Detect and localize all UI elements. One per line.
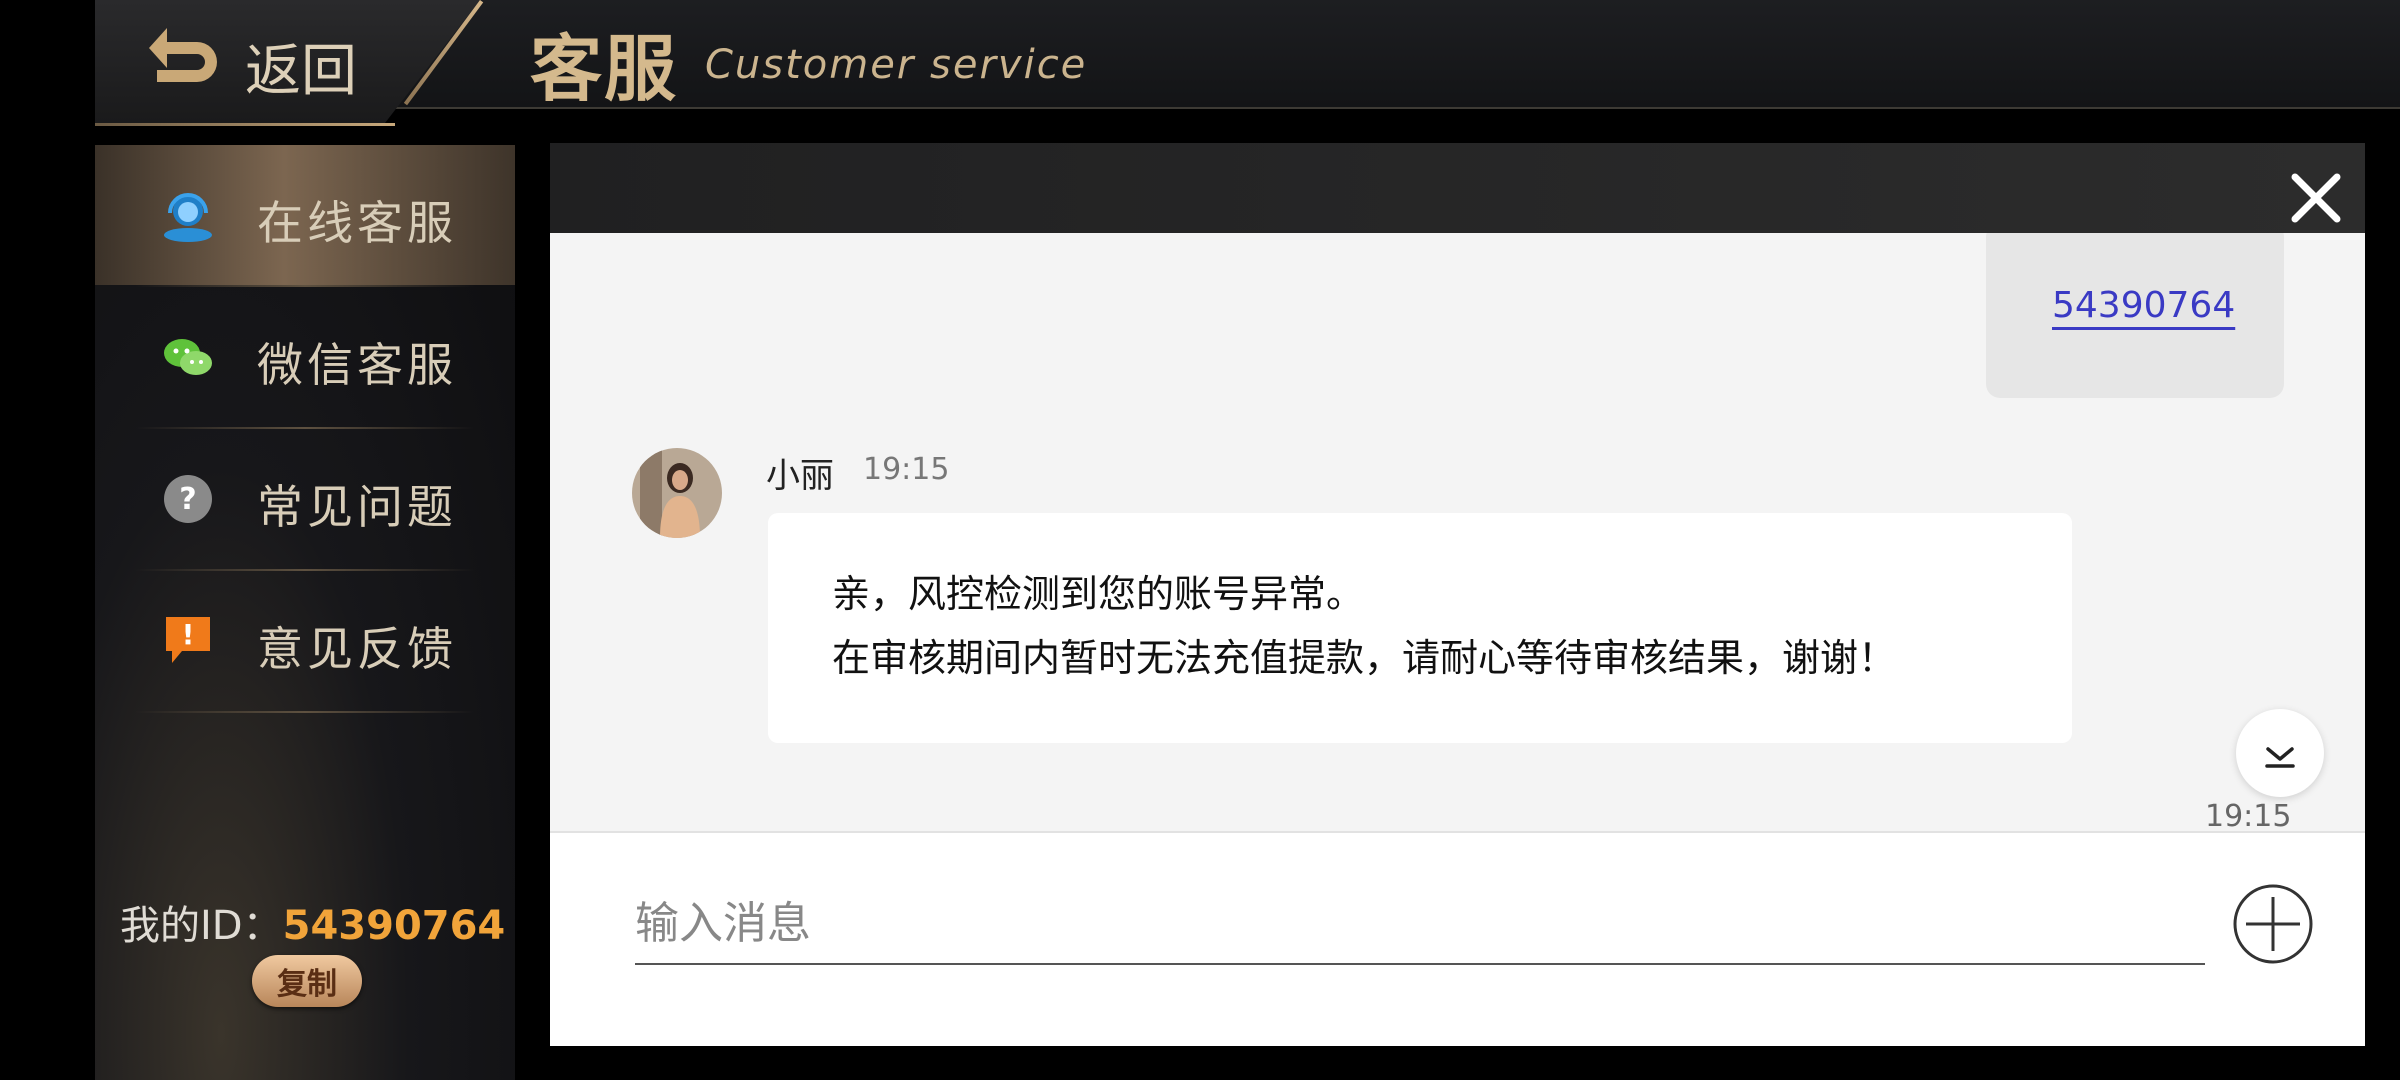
sidebar-item-wechat-service[interactable]: 微信客服 [95,287,515,427]
svg-text:?: ? [179,482,196,517]
scroll-to-bottom-button[interactable] [2236,709,2324,797]
my-id: 我的ID：54390764 [120,893,505,951]
sidebar-item-label: 在线客服 [257,196,457,250]
message-input[interactable] [635,883,2205,965]
wechat-icon [164,339,212,375]
sidebar-item-feedback[interactable]: ! 意见反馈 [95,571,515,711]
my-id-label: 我的ID： [120,903,283,949]
avatar-photo [632,448,722,538]
copy-button[interactable]: 复制 [252,955,362,1007]
message-time: 19:15 [2205,799,2292,831]
sidebar-item-label: 常见问题 [257,480,457,534]
message-line: 在审核期间内暂时无法充值提款，请耐心等待审核结果，谢谢！ [832,636,1897,680]
chat-messages[interactable]: 54390764 小丽 19:15 亲，风控检测到您的账号异常。 在审核期间内暂… [550,233,2365,831]
back-underline [95,123,395,126]
sidebar-item-faq[interactable]: ? 常见问题 [95,429,515,569]
svg-text:!: ! [182,618,195,651]
avatar[interactable] [632,448,722,538]
sidebar-item-label: 微信客服 [257,338,457,392]
my-id-value: 54390764 [282,903,506,949]
sender-name: 小丽 [766,456,834,496]
divider [135,711,475,713]
back-button[interactable]: 返回 [95,0,480,123]
top-bar: 返回 客服 Customer service [95,0,2400,126]
online-service-icon [164,193,212,242]
message-line: 亲，风控检测到您的账号异常。 [832,572,1365,616]
question-icon: ? [164,475,212,523]
close-icon[interactable] [2287,169,2345,227]
received-message-bubble: 亲，风控检测到您的账号异常。 在审核期间内暂时无法充值提款，请耐心等待审核结果，… [768,513,2072,743]
chat-header [550,143,2365,233]
page-title: 客服 [530,27,679,111]
back-arrow-icon [149,28,217,82]
sidebar-item-label: 意见反馈 [257,622,457,676]
page-subtitle: Customer service [705,42,1088,88]
message-time: 19:15 [863,452,950,487]
input-bar [550,831,2365,1046]
plus-icon[interactable] [2232,883,2314,965]
back-label: 返回 [245,39,357,104]
sidebar-item-online-service[interactable]: 在线客服 [95,145,515,285]
sent-message-link[interactable]: 54390764 [2052,285,2235,326]
feedback-icon: ! [166,617,210,663]
chevron-down-icon [2265,747,2295,768]
